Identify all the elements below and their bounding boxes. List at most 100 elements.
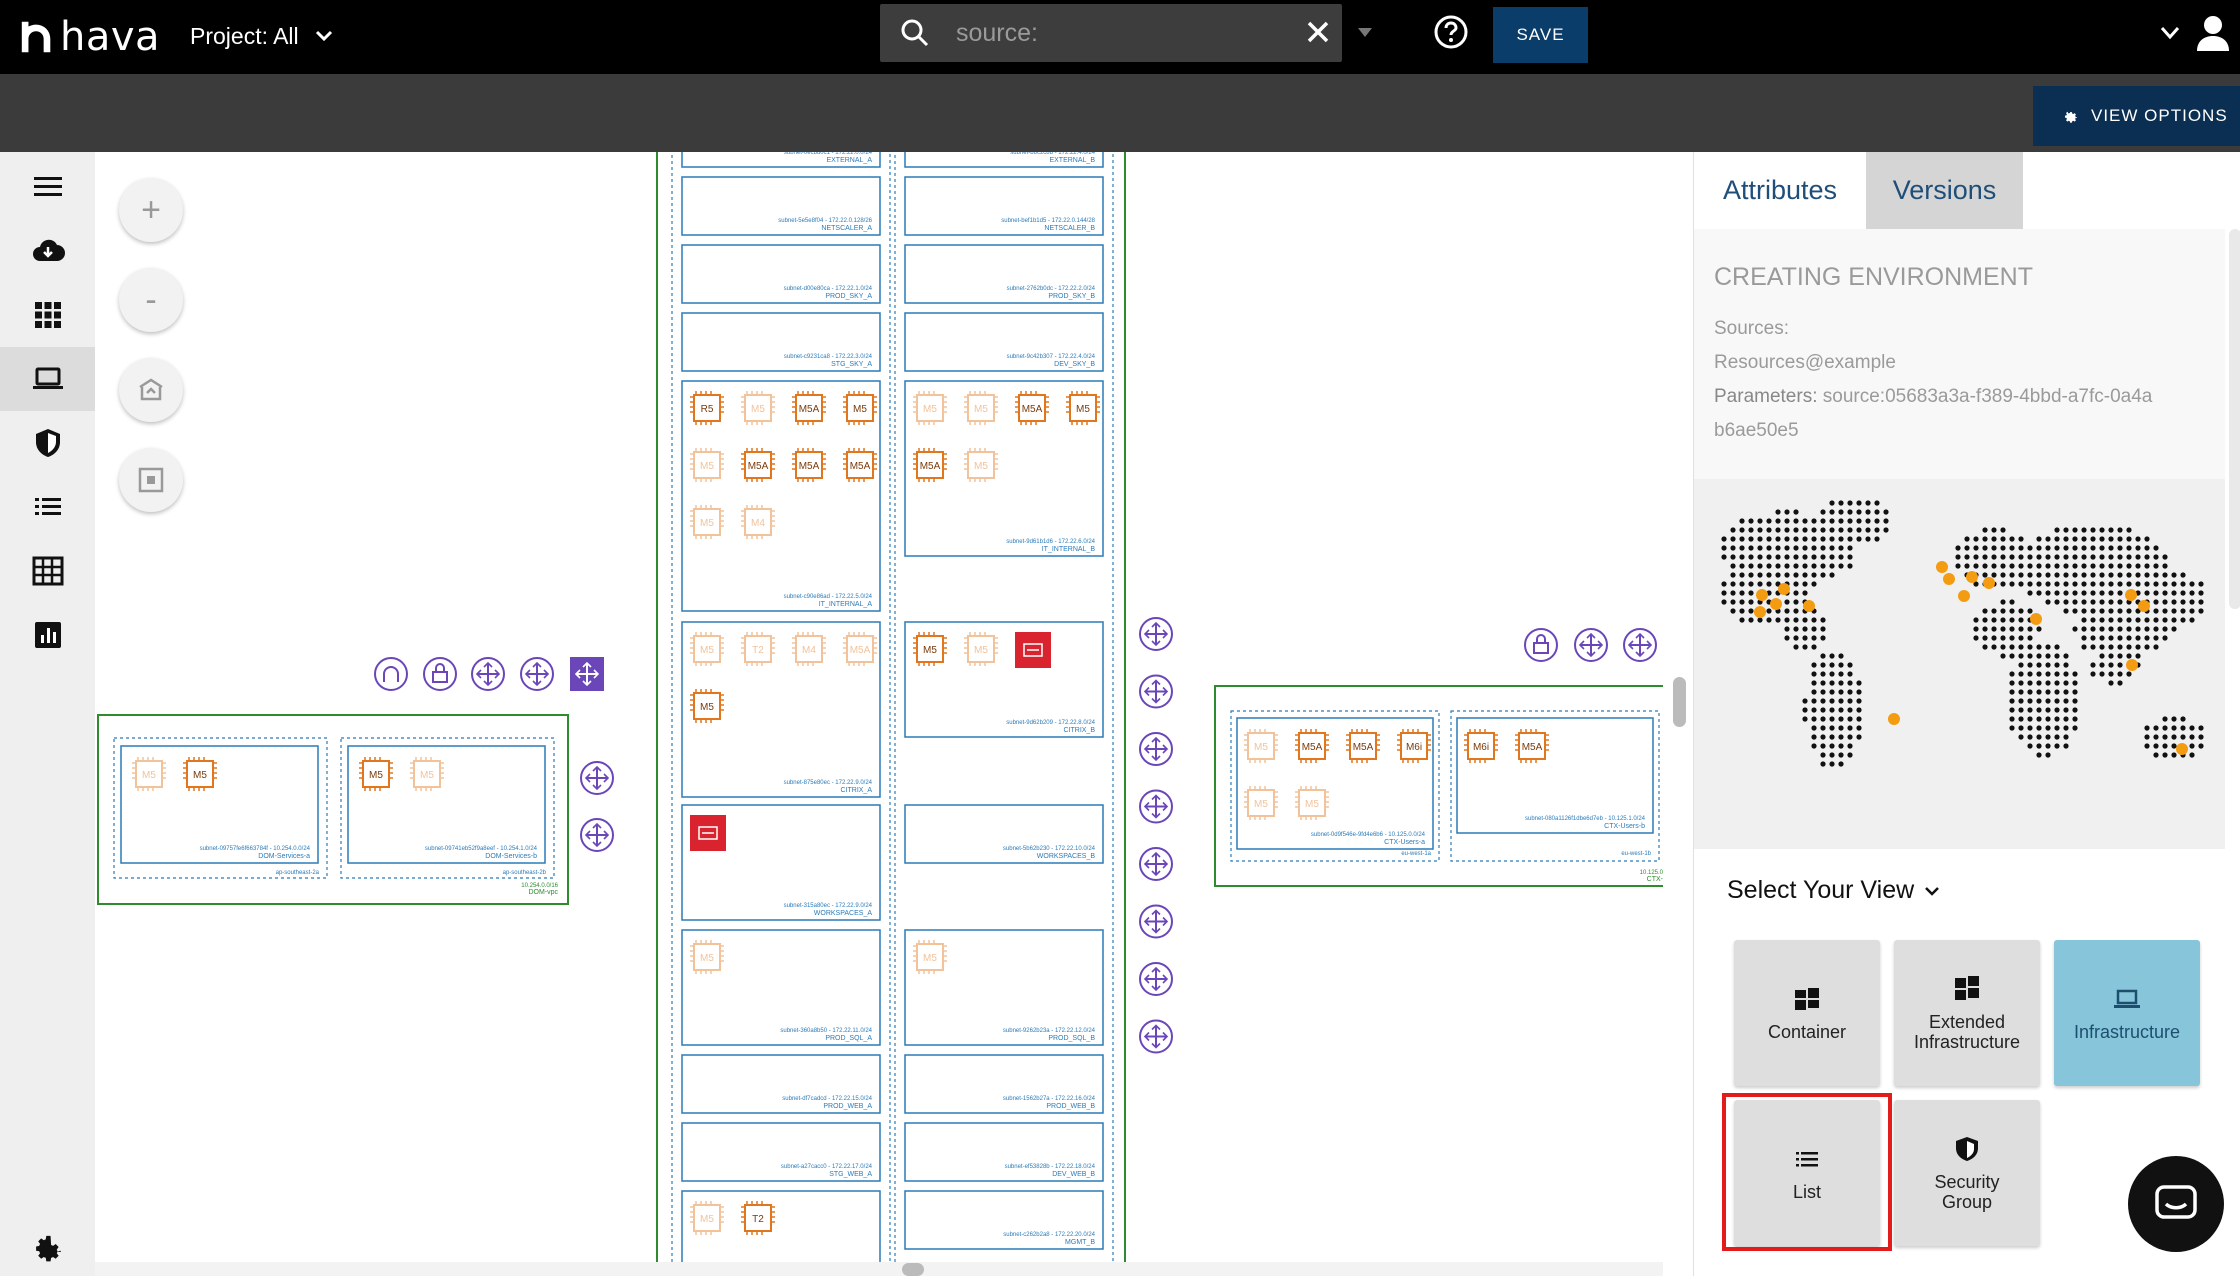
ec2-instance-icon[interactable]: M5A: [913, 448, 947, 482]
panel-scrollbar[interactable]: [2229, 229, 2240, 609]
ec2-instance-icon[interactable]: M5A: [792, 448, 826, 482]
ec2-instance-icon[interactable]: M5: [1244, 786, 1278, 820]
ec2-instance-icon[interactable]: M5: [741, 391, 775, 425]
transit-gateway-icon[interactable]: [580, 818, 614, 852]
transit-gateway-icon[interactable]: [1139, 847, 1173, 881]
subnet[interactable]: subnet-a27cacc0 - 172.22.17.0/24STG_WEB_…: [681, 1122, 881, 1182]
user-icon[interactable]: [2196, 14, 2230, 52]
subnet[interactable]: subnet-9d62b209 - 172.22.8.0/24CITRIX_B M…: [904, 621, 1104, 738]
nav-infrastructure[interactable]: [0, 347, 95, 411]
region-marker[interactable]: [2138, 600, 2150, 612]
view-options-button[interactable]: VIEW OPTIONS: [2033, 86, 2240, 146]
tab-versions[interactable]: Versions: [1866, 152, 2023, 229]
region-marker[interactable]: [2176, 743, 2188, 755]
ec2-instance-icon[interactable]: M5: [1295, 786, 1329, 820]
ec2-instance-icon[interactable]: M5A: [792, 391, 826, 425]
chevron-down-icon[interactable]: [2160, 26, 2180, 40]
region-marker[interactable]: [1943, 573, 1955, 585]
subnet[interactable]: subnet-315a80ec - 172.22.9.0/24WORKSPACE…: [681, 804, 881, 921]
ec2-instance-icon[interactable]: M5: [964, 632, 998, 666]
ec2-instance-icon[interactable]: M5: [132, 757, 166, 791]
ec2-instance-icon[interactable]: M5: [843, 391, 877, 425]
hava-logo[interactable]: hava: [18, 14, 160, 60]
region-marker[interactable]: [1754, 606, 1766, 618]
ec2-instance-icon[interactable]: M5: [690, 505, 724, 539]
ec2-instance-icon[interactable]: M6i: [1397, 729, 1431, 763]
nav-apps[interactable]: [0, 283, 95, 347]
ec2-instance-icon[interactable]: M5: [690, 940, 724, 974]
subnet[interactable]: subnet-bef1b1d5 - 172.22.0.144/28NETSCAL…: [904, 176, 1104, 236]
transit-gateway-icon[interactable]: [520, 657, 554, 691]
region-marker[interactable]: [1770, 598, 1782, 610]
workspace-icon[interactable]: [1015, 632, 1051, 668]
subnet[interactable]: subnet-ef53828b - 172.22.18.0/24DEV_WEB_…: [904, 1122, 1104, 1182]
vpn-gateway-icon[interactable]: [423, 657, 457, 691]
subnet[interactable]: subnet-5e5e8f04 - 172.22.0.128/26NETSCAL…: [681, 176, 881, 236]
region-marker[interactable]: [1803, 600, 1815, 612]
subnet[interactable]: subnet-0ecbd0c1 - 172.22.0.0/24EXTERNAL_…: [681, 152, 881, 168]
select-view-dropdown[interactable]: Select Your View: [1727, 876, 1940, 905]
view-extended-infrastructure-button[interactable]: Extended Infrastructure: [1894, 940, 2040, 1086]
internet-gateway-icon[interactable]: [374, 657, 408, 691]
nav-security[interactable]: [0, 411, 95, 475]
subnet[interactable]: subnet-d00e80ca - 172.22.1.0/24PROD_SKY_…: [681, 244, 881, 304]
transit-gateway-icon[interactable]: [1139, 732, 1173, 766]
subnet[interactable]: subnet-9c42b307 - 172.22.4.0/24DEV_SKY_B: [904, 312, 1104, 372]
ec2-instance-icon[interactable]: M4: [792, 632, 826, 666]
caret-down-icon[interactable]: [1358, 28, 1372, 38]
subnet[interactable]: subnet-b8c2c8b - 172.22.4.0/24EXTERNAL_B: [904, 152, 1104, 168]
subnet[interactable]: subnet-9d61b1d6 - 172.22.6.0/24IT_INTERN…: [904, 380, 1104, 557]
ec2-instance-icon[interactable]: M5: [690, 689, 724, 723]
ec2-instance-icon[interactable]: M6i: [1464, 729, 1498, 763]
subnet[interactable]: subnet-09741eb52f9a8eef - 10.254.1.0/24D…: [347, 745, 546, 864]
ec2-instance-icon[interactable]: M5: [690, 448, 724, 482]
region-marker[interactable]: [1778, 583, 1790, 595]
region-marker[interactable]: [1936, 561, 1948, 573]
ec2-instance-icon[interactable]: T2: [741, 632, 775, 666]
ec2-instance-icon[interactable]: M5: [964, 448, 998, 482]
diagram-canvas[interactable]: + - DOM-vpc 10.254.0.0/16 ap-southeast-2a s…: [95, 152, 1663, 1262]
region-marker[interactable]: [1888, 713, 1900, 725]
view-security-group-button[interactable]: Security Group: [1894, 1100, 2040, 1246]
vertical-scroll-thumb[interactable]: [1673, 677, 1686, 727]
region-marker[interactable]: [2030, 613, 2042, 625]
nav-menu[interactable]: [0, 155, 95, 219]
ec2-instance-icon[interactable]: M5: [690, 632, 724, 666]
subnet[interactable]: subnet-c90e86ad - 172.22.5.0/24IT_INTERN…: [681, 380, 881, 612]
save-button[interactable]: SAVE: [1493, 7, 1588, 63]
transit-gateway-icon[interactable]: [1139, 674, 1173, 709]
subnet[interactable]: subnet-09757fe6f663784f - 10.254.0.0/24D…: [120, 745, 319, 864]
region-marker[interactable]: [1756, 589, 1768, 601]
region-marker[interactable]: [1958, 590, 1970, 602]
subnet[interactable]: subnet-1562b27a - 172.22.16.0/24PROD_WEB…: [904, 1054, 1104, 1114]
nav-table[interactable]: [0, 539, 95, 603]
ec2-instance-icon[interactable]: M5: [1066, 391, 1100, 425]
subnet[interactable]: subnet-080a1126f1dbe6d7eb - 10.125.1.0/2…: [1456, 717, 1654, 834]
subnet[interactable]: subnet-0d9f546e-9fd4e6b6 - 10.125.0.0/24…: [1236, 717, 1434, 850]
subnet[interactable]: subnet-2762b0dc - 172.22.2.0/24PROD_SKY_…: [904, 244, 1104, 304]
ec2-instance-icon[interactable]: M5: [359, 757, 393, 791]
transit-gateway-icon[interactable]: [1139, 962, 1173, 996]
ec2-instance-icon[interactable]: M5: [964, 391, 998, 425]
view-container-button[interactable]: Container: [1734, 940, 1880, 1086]
transit-gateway-icon[interactable]: [570, 657, 604, 691]
region-marker[interactable]: [1983, 577, 1995, 589]
search-input[interactable]: [956, 18, 1286, 48]
transit-gateway-icon[interactable]: [471, 657, 505, 691]
view-infrastructure-button[interactable]: Infrastructure: [2054, 940, 2200, 1086]
nav-import[interactable]: [0, 219, 95, 283]
help-icon[interactable]: [1434, 15, 1468, 49]
ec2-instance-icon[interactable]: M5A: [1346, 729, 1380, 763]
tab-attributes[interactable]: Attributes: [1694, 152, 1866, 229]
ec2-instance-icon[interactable]: M5: [690, 1201, 724, 1235]
ec2-instance-icon[interactable]: M5: [183, 757, 217, 791]
transit-gateway-icon[interactable]: [1623, 628, 1657, 662]
region-marker[interactable]: [2126, 659, 2138, 671]
ec2-instance-icon[interactable]: M5: [913, 940, 947, 974]
vpn-gateway-icon[interactable]: [1524, 628, 1558, 662]
ec2-instance-icon[interactable]: M5A: [843, 448, 877, 482]
transit-gateway-icon[interactable]: [1139, 789, 1173, 824]
subnet[interactable]: subnet-5b62b230 - 172.22.10.0/24WORKSPAC…: [904, 804, 1104, 864]
project-selector[interactable]: Project: All: [190, 18, 333, 54]
ec2-instance-icon[interactable]: M5: [913, 632, 947, 666]
